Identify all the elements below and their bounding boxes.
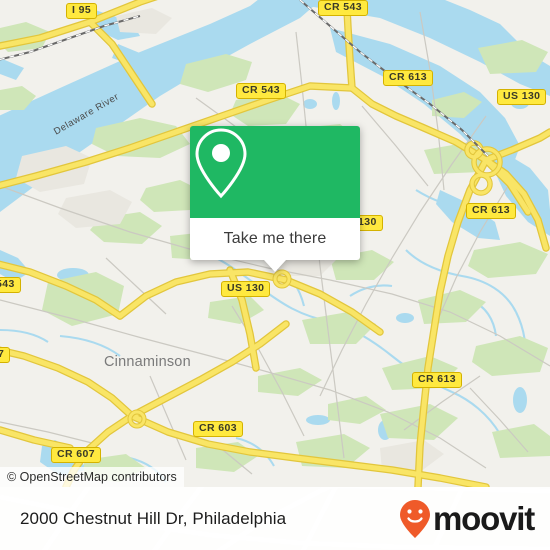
- take-me-there-button[interactable]: Take me there: [190, 218, 360, 260]
- place-label-cinnaminson: Cinnaminson: [104, 354, 191, 370]
- road-shield[interactable]: CR 607: [51, 447, 102, 463]
- address-title: 2000 Chestnut Hill Dr, Philadelphia: [20, 508, 287, 528]
- road-shield[interactable]: US 130: [497, 89, 547, 105]
- road-shield[interactable]: CR 543: [236, 83, 287, 99]
- moovit-smiley-pin-icon: [400, 499, 431, 538]
- map-attribution[interactable]: © OpenStreetMap contributors: [0, 467, 184, 487]
- road-shield[interactable]: CR 543: [318, 0, 369, 16]
- road-shield[interactable]: CR 613: [383, 70, 434, 86]
- map-screen: Delaware River Cinnaminson I 95 CR 543 C…: [0, 0, 550, 550]
- road-shield[interactable]: CR 603: [193, 421, 244, 437]
- road-shield[interactable]: US 130: [221, 281, 271, 297]
- road-shield[interactable]: CR 613: [466, 203, 517, 219]
- road-shield[interactable]: 7: [0, 347, 11, 363]
- popup-header: [190, 126, 360, 218]
- road-shield[interactable]: 543: [0, 277, 21, 293]
- road-shield[interactable]: CR 613: [412, 372, 463, 388]
- road-shield[interactable]: I 95: [66, 3, 98, 19]
- popup-pointer: [264, 260, 286, 272]
- moovit-logo[interactable]: moovit: [399, 499, 535, 539]
- moovit-wordmark: moovit: [433, 500, 535, 537]
- map-pin-icon: [195, 128, 247, 199]
- address-footer: 2000 Chestnut Hill Dr, Philadelphia moov…: [0, 487, 550, 550]
- destination-popup[interactable]: Take me there: [190, 126, 360, 272]
- map-canvas[interactable]: Delaware River Cinnaminson I 95 CR 543 C…: [0, 0, 550, 487]
